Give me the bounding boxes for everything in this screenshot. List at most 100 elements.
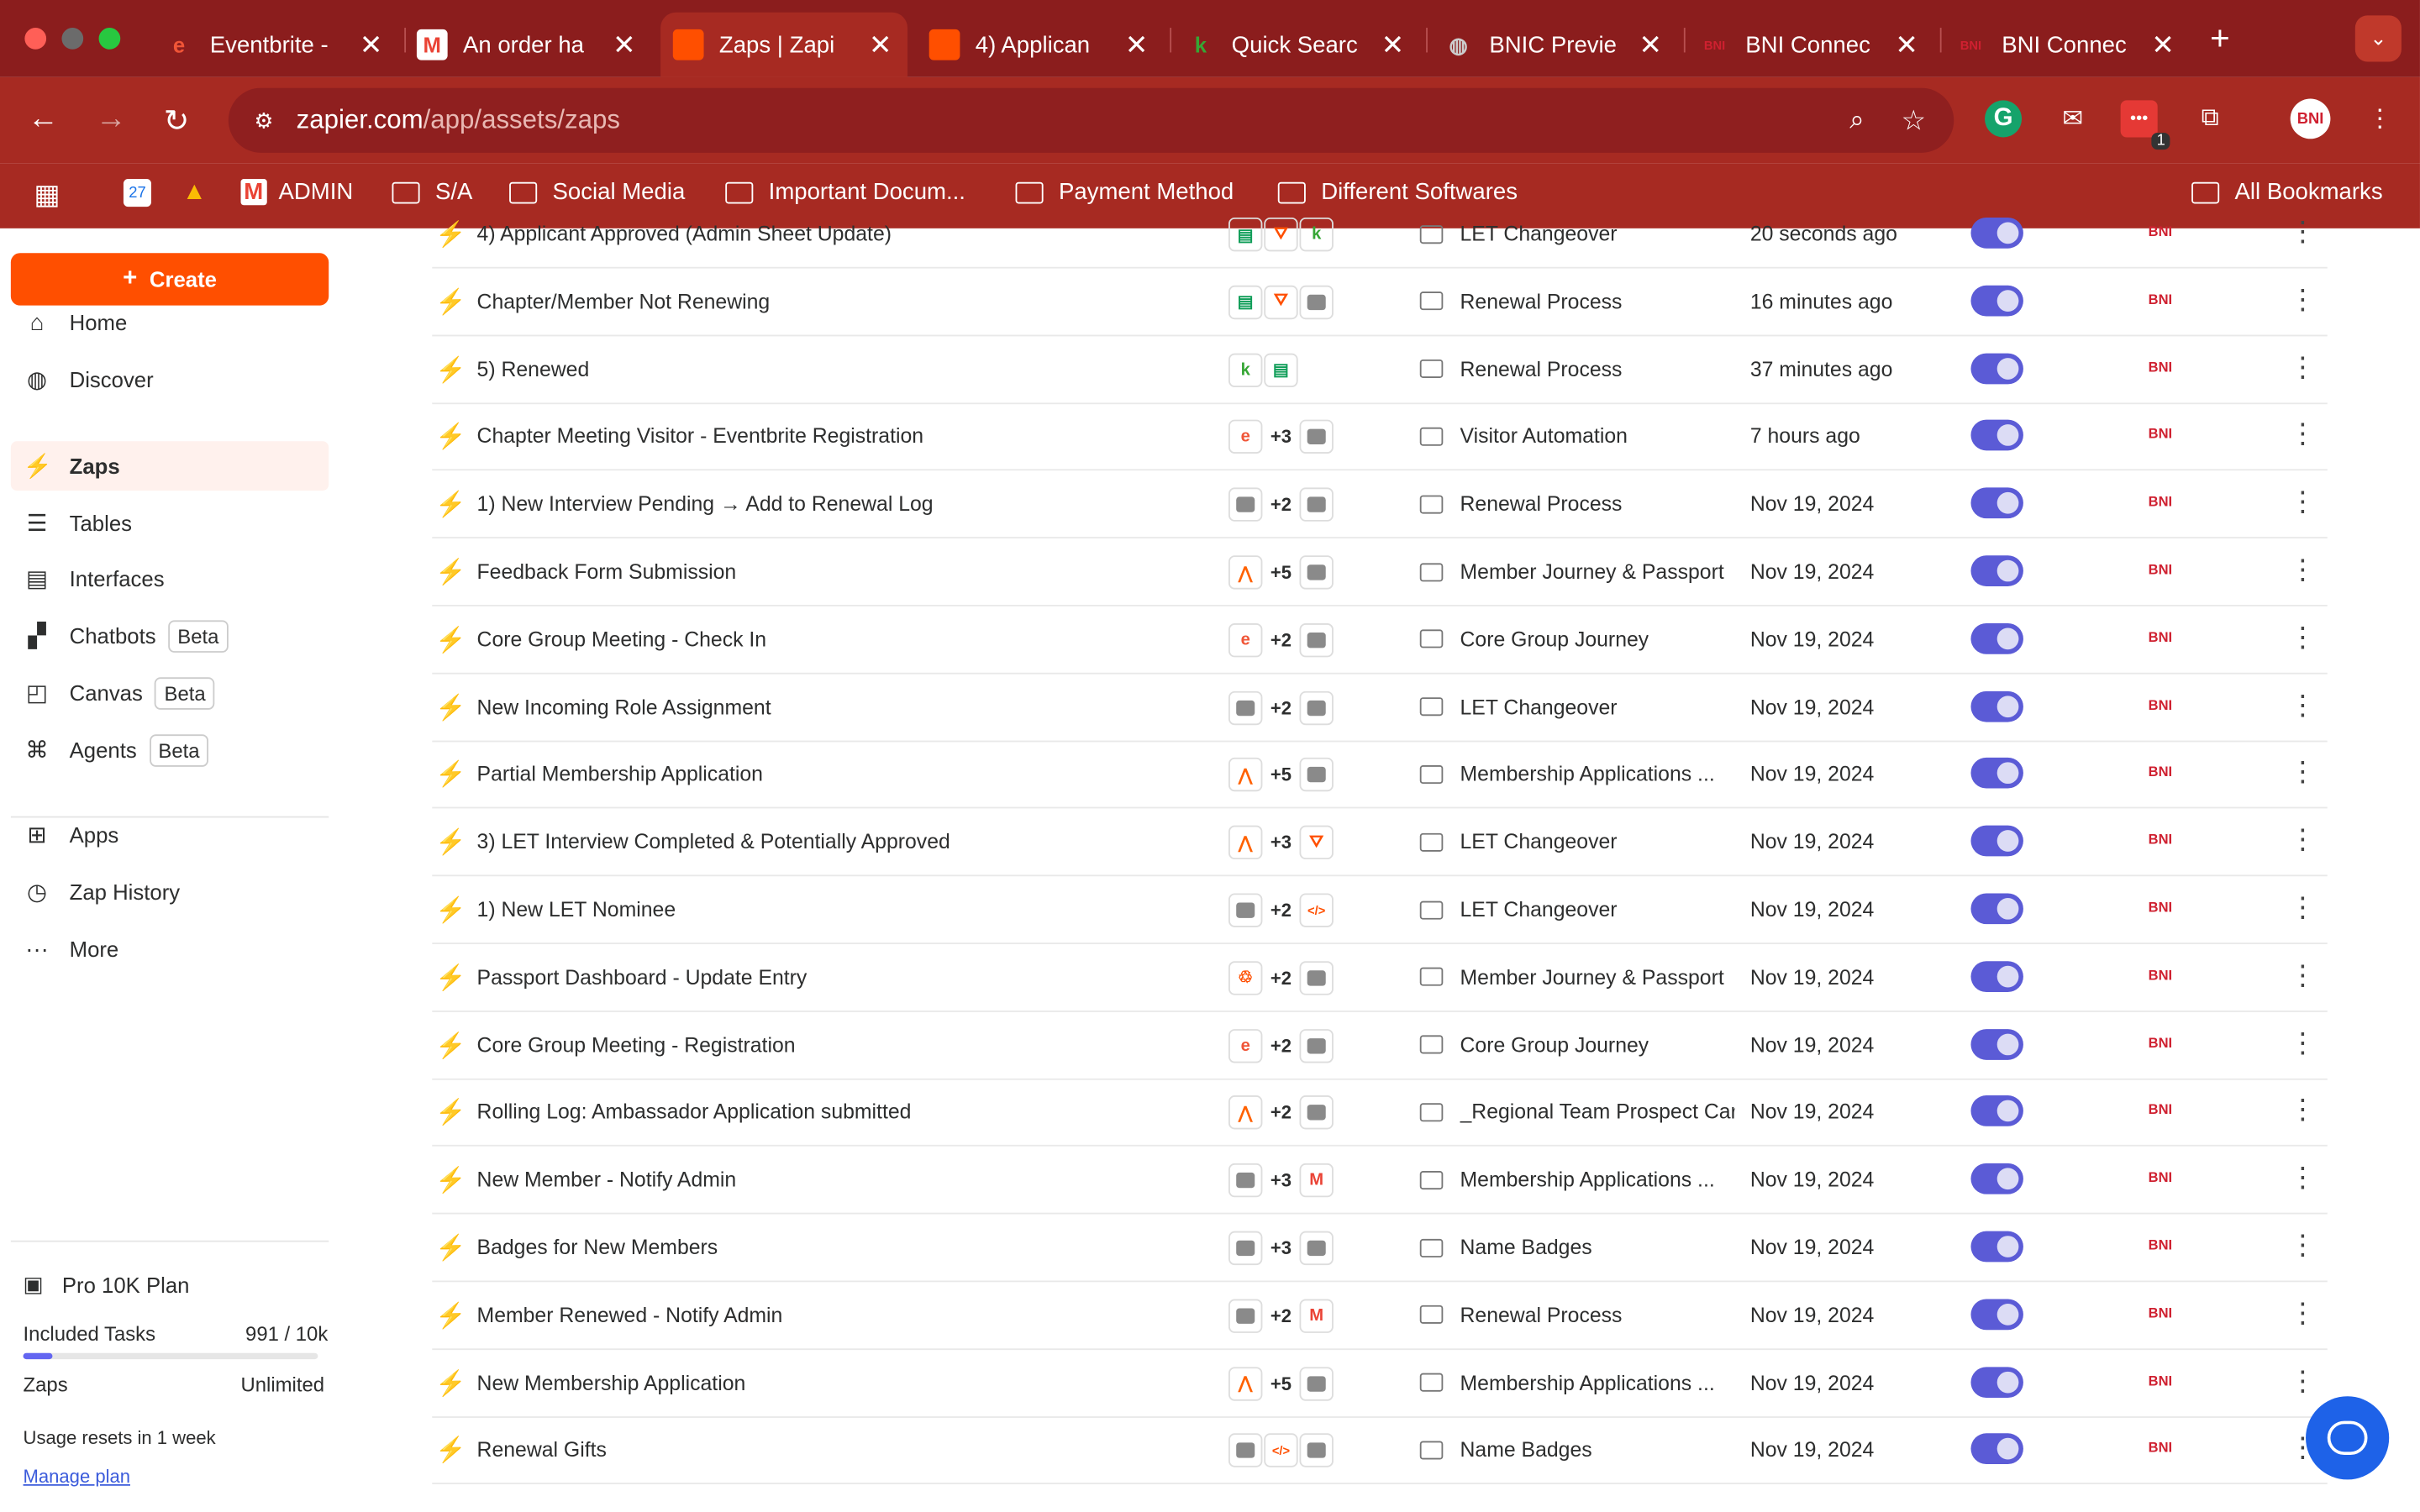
zap-row[interactable]: ⚡ Passport Dashboard - Update Entry ♲ +2 Mem… xyxy=(432,944,2328,1012)
zap-name[interactable]: 4) Applicant Approved (Admin Sheet Updat… xyxy=(477,222,892,245)
sidebar-item-tables[interactable]: ☰ Tables xyxy=(11,498,329,548)
zap-on-toggle[interactable] xyxy=(1970,555,2023,586)
more-options-icon[interactable]: ⋮ xyxy=(2289,1299,2317,1326)
zap-row[interactable]: ⚡ Core Group Meeting - Registration e +2 Cor… xyxy=(432,1011,2328,1079)
browser-menu-icon[interactable]: ⋮ xyxy=(2361,100,2398,137)
zap-row[interactable]: ⚡ Renewal Gifts </> Name Badges Nov 19, 2024… xyxy=(432,1417,2328,1485)
zap-folder[interactable]: Name Badges xyxy=(1419,1236,1592,1259)
zap-on-toggle[interactable] xyxy=(1970,622,2023,654)
bookmark-star-icon[interactable]: ☆ xyxy=(1902,104,1927,137)
zap-on-toggle[interactable] xyxy=(1970,893,2023,925)
profile-avatar[interactable]: BNI xyxy=(2290,98,2331,139)
zap-row[interactable]: ⚡ 5) Renewed k ▤ Renewal Process 37 minutes a… xyxy=(432,336,2328,404)
sidebar-item-agents[interactable]: ⌘ Agents Beta xyxy=(11,725,329,774)
zap-on-toggle[interactable] xyxy=(1970,352,2023,384)
zap-row[interactable]: ⚡ Rolling Log: Ambassador Application sub… xyxy=(432,1079,2328,1147)
zap-row[interactable]: ⚡ 1) New Interview Pending → Add to Renew… xyxy=(432,471,2328,539)
zap-name[interactable]: Feedback Form Submission xyxy=(477,560,737,584)
more-options-icon[interactable]: ⋮ xyxy=(2289,555,2317,583)
more-options-icon[interactable]: ⋮ xyxy=(2289,1367,2317,1394)
zap-folder[interactable]: LET Changeover xyxy=(1419,830,1618,853)
zap-name[interactable]: Core Group Meeting - Check In xyxy=(477,627,767,651)
browser-tab[interactable]: Zaps | Zapi ✕ xyxy=(660,12,908,77)
zap-on-toggle[interactable] xyxy=(1970,285,2023,317)
browser-tab[interactable]: M An order ha ✕ xyxy=(404,13,651,77)
more-options-icon[interactable]: ⋮ xyxy=(2289,488,2317,516)
zap-folder[interactable]: Member Journey & Passport xyxy=(1419,965,1724,989)
browser-tab[interactable]: BNI BNI Connec ✕ xyxy=(1687,13,1934,77)
zap-on-toggle[interactable] xyxy=(1970,690,2023,722)
zap-row[interactable]: ⚡ New Incoming Role Assignment +2 LET Chang… xyxy=(432,674,2328,742)
zap-folder[interactable]: _Regional Team Prospect Car xyxy=(1419,1100,1734,1124)
extensions-puzzle-icon[interactable]: ⧉ xyxy=(2191,100,2228,137)
zoom-window-button[interactable] xyxy=(98,28,121,50)
zap-row[interactable]: ⚡ Chapter Meeting Visitor - Eventbrite Re… xyxy=(432,403,2328,471)
more-options-icon[interactable]: ⋮ xyxy=(2289,1028,2317,1056)
zap-name[interactable]: Core Group Meeting - Registration xyxy=(477,1033,796,1057)
reload-icon[interactable]: ↻ xyxy=(164,102,190,140)
zap-row[interactable]: ⚡ Partial Membership Application ⋀ +5 Member… xyxy=(432,741,2328,810)
close-tab-icon[interactable]: ✕ xyxy=(613,29,636,61)
zap-folder[interactable]: LET Changeover xyxy=(1419,696,1618,718)
zap-folder[interactable]: Core Group Journey xyxy=(1419,627,1649,651)
more-options-icon[interactable]: ⋮ xyxy=(2289,218,2317,245)
zap-row[interactable]: ⚡ 1) New LET Nominee +2 </> LET Changeover No… xyxy=(432,876,2328,945)
sidebar-item-discover[interactable]: ◍ Discover xyxy=(11,354,329,404)
zap-folder[interactable]: LET Changeover xyxy=(1419,222,1618,245)
more-options-icon[interactable]: ⋮ xyxy=(2289,420,2317,448)
zap-on-toggle[interactable] xyxy=(1970,825,2023,857)
more-options-icon[interactable]: ⋮ xyxy=(2289,285,2317,312)
sidebar-item-interfaces[interactable]: ▤ Interfaces xyxy=(11,554,329,603)
more-options-icon[interactable]: ⋮ xyxy=(2289,353,2317,381)
close-tab-icon[interactable]: ✕ xyxy=(2151,29,2175,61)
browser-tab[interactable]: BNI BNI Connec ✕ xyxy=(1943,13,2190,77)
zoom-icon[interactable]: ⌕ xyxy=(1849,105,1865,136)
zap-on-toggle[interactable] xyxy=(1970,1366,2023,1398)
zap-on-toggle[interactable] xyxy=(1970,758,2023,790)
browser-tab[interactable]: ◍ BNIC Previe ✕ xyxy=(1431,13,1678,77)
more-options-icon[interactable]: ⋮ xyxy=(2289,690,2317,718)
browser-tab[interactable]: k Quick Searc ✕ xyxy=(1173,13,1420,77)
sidebar-item-home[interactable]: ⌂ Home xyxy=(11,297,329,347)
more-options-icon[interactable]: ⋮ xyxy=(2289,1163,2317,1191)
address-bar[interactable]: ⚙ zapier.com/app/assets/zaps ⌕ ☆ xyxy=(228,87,1954,153)
zap-name[interactable]: New Membership Application xyxy=(477,1371,746,1394)
zap-folder[interactable]: Name Badges xyxy=(1419,1439,1592,1462)
zap-folder[interactable]: Membership Applications ... xyxy=(1419,763,1715,786)
more-options-icon[interactable]: ⋮ xyxy=(2289,1096,2317,1124)
zap-folder[interactable]: Visitor Automation xyxy=(1419,425,1628,448)
zap-name[interactable]: Chapter Meeting Visitor - Eventbrite Reg… xyxy=(477,425,924,449)
zap-on-toggle[interactable] xyxy=(1970,1299,2023,1330)
close-tab-icon[interactable]: ✕ xyxy=(360,29,383,61)
more-options-icon[interactable]: ⋮ xyxy=(2289,1231,2317,1259)
zap-folder[interactable]: Member Journey & Passport xyxy=(1419,560,1724,583)
more-options-icon[interactable]: ⋮ xyxy=(2289,623,2317,651)
zap-name[interactable]: 3) LET Interview Completed & Potentially… xyxy=(477,830,950,853)
zap-on-toggle[interactable] xyxy=(1970,420,2023,452)
zap-row[interactable]: ⚡ 3) LET Interview Completed & Potentiall… xyxy=(432,809,2328,877)
mail-extension-icon[interactable]: ✉ xyxy=(2054,100,2091,137)
zap-folder[interactable]: Renewal Process xyxy=(1419,492,1622,516)
zap-name[interactable]: New Incoming Role Assignment xyxy=(477,696,771,719)
zap-on-toggle[interactable] xyxy=(1970,1231,2023,1263)
sidebar-item-chatbots[interactable]: ▞ Chatbots Beta xyxy=(11,611,329,660)
close-tab-icon[interactable]: ✕ xyxy=(1895,29,1918,61)
zap-folder[interactable]: Renewal Process xyxy=(1419,357,1622,381)
zap-name[interactable]: Member Renewed - Notify Admin xyxy=(477,1304,783,1327)
zap-name[interactable]: 5) Renewed xyxy=(477,357,590,381)
close-tab-icon[interactable]: ✕ xyxy=(869,29,892,61)
zap-name[interactable]: Passport Dashboard - Update Entry xyxy=(477,965,808,989)
more-options-icon[interactable]: ⋮ xyxy=(2289,893,2317,921)
zap-folder[interactable]: LET Changeover xyxy=(1419,898,1618,921)
zap-name[interactable]: 1) New Interview Pending → Add to Renewa… xyxy=(477,492,934,516)
grammarly-icon[interactable]: G xyxy=(1984,100,2023,138)
more-options-icon[interactable]: ⋮ xyxy=(2289,759,2317,786)
minimize-window-button[interactable] xyxy=(61,28,84,50)
new-tab-button[interactable]: + xyxy=(2210,18,2230,59)
google-calendar-icon[interactable]: 27 xyxy=(123,179,151,207)
url-text[interactable]: zapier.com/app/assets/zaps xyxy=(297,105,620,136)
back-icon[interactable]: ← xyxy=(28,102,59,137)
close-tab-icon[interactable]: ✕ xyxy=(1125,29,1149,61)
browser-tab[interactable]: e Eventbrite - ✕ xyxy=(151,13,398,77)
zap-name[interactable]: Chapter/Member Not Renewing xyxy=(477,290,771,313)
